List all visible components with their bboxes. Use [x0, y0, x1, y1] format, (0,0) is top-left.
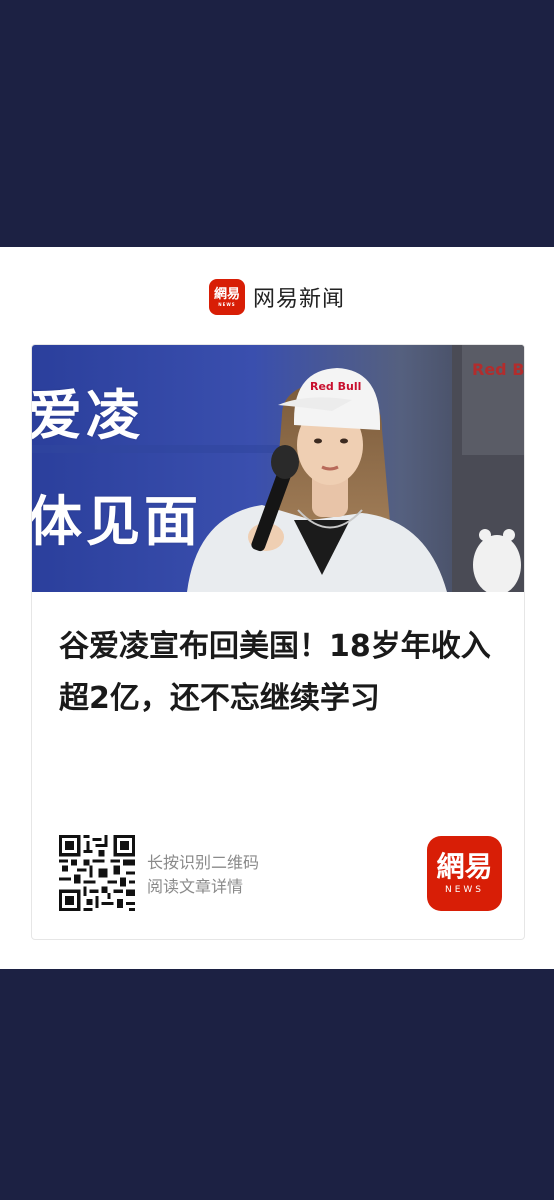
netease-news-logo-icon: 網易 NEWS: [208, 279, 245, 315]
article-hero-image: Red B Red Bull 爱凌 体见面: [32, 345, 524, 592]
brand-logo-sub: NEWS: [218, 301, 236, 307]
card-footer: 长按识别二维码 阅读文章详情 網易 NEWS: [59, 835, 502, 915]
hero-banner-line2: 体见面: [32, 490, 202, 553]
brand-header: 網易 NEWS 网易新闻: [0, 277, 554, 317]
banner-text: Red B: [472, 360, 524, 379]
brand-name: 网易新闻: [252, 287, 345, 312]
article-headline[interactable]: 谷爱凌宣布回美国！18岁年收入超2亿，还不忘继续学习: [59, 621, 499, 725]
qr-line2: 阅读文章详情: [147, 877, 244, 896]
cap-logo-text: Red Bull: [310, 380, 361, 393]
share-card-sheet: 網易 NEWS 网易新闻 Red B Red Bull 爱凌 体见面 谷爱凌宣布…: [0, 247, 554, 969]
app-logo-text: 網易: [436, 849, 493, 883]
qr-instructions: 长按识别二维码 阅读文章详情: [147, 851, 259, 899]
hero-banner-line1: 爱凌: [32, 384, 144, 447]
brand-logo-text: 網易: [213, 286, 240, 302]
app-logo-sub: NEWS: [444, 884, 485, 895]
qr-code-icon[interactable]: [59, 835, 135, 911]
netease-news-app-icon: 網易 NEWS: [427, 836, 502, 911]
article-card[interactable]: Red B Red Bull 爱凌 体见面 谷爱凌宣布回美国！18岁年收入超2亿…: [31, 344, 525, 940]
qr-line1: 长按识别二维码: [147, 853, 260, 872]
